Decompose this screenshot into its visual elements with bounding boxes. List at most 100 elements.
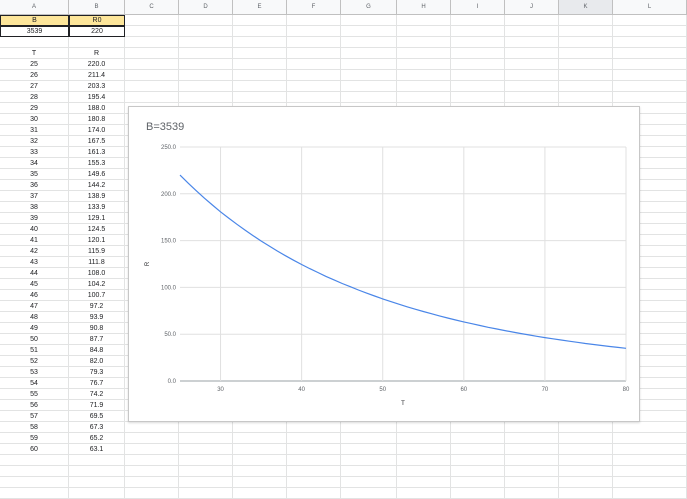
cell[interactable]: 167.5 xyxy=(69,136,125,147)
cell[interactable] xyxy=(613,466,687,477)
cell[interactable] xyxy=(341,37,397,48)
cell[interactable]: 149.6 xyxy=(69,169,125,180)
cell[interactable]: 108.0 xyxy=(69,268,125,279)
cell[interactable] xyxy=(233,70,287,81)
cell[interactable]: 43 xyxy=(0,257,69,268)
cell[interactable] xyxy=(125,26,179,37)
cell[interactable]: 63.1 xyxy=(69,444,125,455)
cell[interactable] xyxy=(287,15,341,26)
cell[interactable] xyxy=(233,37,287,48)
cell[interactable] xyxy=(179,15,233,26)
cell[interactable] xyxy=(505,26,559,37)
cell[interactable]: 161.3 xyxy=(69,147,125,158)
cell[interactable] xyxy=(397,422,451,433)
cell[interactable] xyxy=(341,477,397,488)
cell[interactable] xyxy=(287,488,341,499)
cell[interactable] xyxy=(125,455,179,466)
cell[interactable]: 100.7 xyxy=(69,290,125,301)
cell[interactable]: 37 xyxy=(0,191,69,202)
cell[interactable]: 87.7 xyxy=(69,334,125,345)
cell[interactable] xyxy=(287,59,341,70)
cell[interactable] xyxy=(125,37,179,48)
cell[interactable] xyxy=(505,81,559,92)
cell[interactable] xyxy=(397,433,451,444)
cell[interactable]: 38 xyxy=(0,202,69,213)
column-header-e[interactable]: E xyxy=(233,0,287,15)
cell[interactable]: 120.1 xyxy=(69,235,125,246)
cell[interactable] xyxy=(0,455,69,466)
cell[interactable] xyxy=(179,26,233,37)
cell[interactable] xyxy=(125,422,179,433)
cell[interactable] xyxy=(179,466,233,477)
cell[interactable]: 93.9 xyxy=(69,312,125,323)
column-header-c[interactable]: C xyxy=(125,0,179,15)
cell[interactable] xyxy=(613,488,687,499)
cell[interactable]: 54 xyxy=(0,378,69,389)
cell[interactable] xyxy=(125,15,179,26)
cell[interactable] xyxy=(233,59,287,70)
cell[interactable] xyxy=(451,488,505,499)
cell[interactable]: 36 xyxy=(0,180,69,191)
cell[interactable]: 84.8 xyxy=(69,345,125,356)
cell[interactable] xyxy=(125,81,179,92)
cell[interactable] xyxy=(613,422,687,433)
cell[interactable] xyxy=(397,15,451,26)
cell[interactable]: 52 xyxy=(0,356,69,367)
cell[interactable]: 129.1 xyxy=(69,213,125,224)
cell[interactable]: 188.0 xyxy=(69,103,125,114)
cell[interactable] xyxy=(505,466,559,477)
cell[interactable] xyxy=(397,477,451,488)
cell[interactable] xyxy=(341,48,397,59)
cell[interactable] xyxy=(69,477,125,488)
cell[interactable] xyxy=(505,37,559,48)
cell[interactable] xyxy=(613,70,687,81)
cell[interactable] xyxy=(559,92,613,103)
cell[interactable] xyxy=(69,466,125,477)
cell[interactable]: 34 xyxy=(0,158,69,169)
cell[interactable] xyxy=(559,59,613,70)
cell[interactable] xyxy=(287,444,341,455)
cell[interactable] xyxy=(505,59,559,70)
cell[interactable] xyxy=(179,37,233,48)
cell[interactable] xyxy=(613,15,687,26)
cell[interactable] xyxy=(397,81,451,92)
cell[interactable] xyxy=(505,444,559,455)
cell[interactable]: 76.7 xyxy=(69,378,125,389)
cell[interactable] xyxy=(0,477,69,488)
cell[interactable]: 42 xyxy=(0,246,69,257)
cell[interactable]: 32 xyxy=(0,136,69,147)
cell[interactable] xyxy=(559,422,613,433)
cell[interactable] xyxy=(287,477,341,488)
cell[interactable]: 82.0 xyxy=(69,356,125,367)
cell[interactable]: T xyxy=(0,48,69,59)
cell[interactable] xyxy=(451,444,505,455)
cell[interactable] xyxy=(613,59,687,70)
cell[interactable] xyxy=(341,466,397,477)
cell[interactable]: R xyxy=(69,48,125,59)
cell[interactable] xyxy=(0,37,69,48)
cell[interactable] xyxy=(451,422,505,433)
cell[interactable] xyxy=(179,81,233,92)
cell[interactable]: 79.3 xyxy=(69,367,125,378)
cell[interactable]: 40 xyxy=(0,224,69,235)
chart-panel[interactable]: B=3539 0.0 50.0 100.0 150.0 200.0 250.0 30 40 50… xyxy=(128,106,640,422)
cell[interactable]: 195.4 xyxy=(69,92,125,103)
cell[interactable]: 90.8 xyxy=(69,323,125,334)
cell[interactable] xyxy=(559,488,613,499)
column-header-b[interactable]: B xyxy=(69,0,125,15)
cell[interactable] xyxy=(287,81,341,92)
cell[interactable]: 65.2 xyxy=(69,433,125,444)
cell[interactable]: 35 xyxy=(0,169,69,180)
cell[interactable]: 33 xyxy=(0,147,69,158)
cell[interactable] xyxy=(559,81,613,92)
cell[interactable] xyxy=(505,477,559,488)
cell[interactable] xyxy=(559,444,613,455)
cell[interactable] xyxy=(505,488,559,499)
cell[interactable]: 29 xyxy=(0,103,69,114)
cell[interactable] xyxy=(397,59,451,70)
column-header-i[interactable]: I xyxy=(451,0,505,15)
cell[interactable] xyxy=(125,444,179,455)
cell[interactable] xyxy=(451,466,505,477)
cell[interactable] xyxy=(451,92,505,103)
cell[interactable] xyxy=(233,92,287,103)
